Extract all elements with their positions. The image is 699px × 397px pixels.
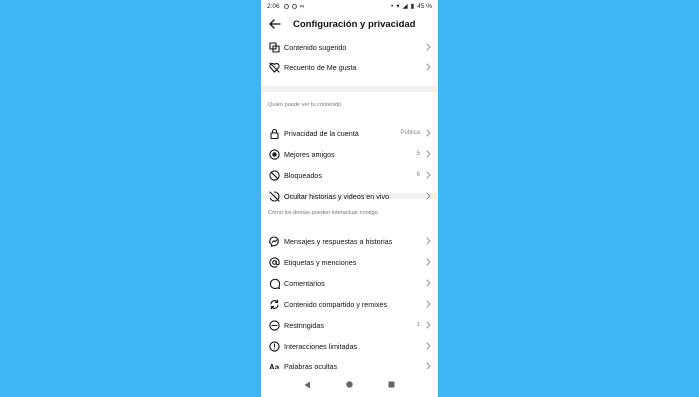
- chevron-right-icon: [424, 362, 432, 369]
- chevron-right-icon: [424, 43, 432, 51]
- settings-row-label: Interacciones limitadas: [284, 341, 358, 351]
- nav-home-button[interactable]: [342, 378, 356, 392]
- app-header: Configuración y privacidad: [261, 12, 438, 36]
- settings-row-label: Ocultar historias y videos en vivo: [284, 191, 390, 201]
- settings-row-label: Restringidas: [284, 320, 324, 330]
- section-heading: Quién puede ver tu contenido: [268, 102, 342, 108]
- settings-row[interactable]: Interacciones limitadas: [261, 336, 438, 356]
- back-arrow-icon: [269, 19, 281, 29]
- suggested-content-icon: [268, 41, 280, 53]
- chevron-right-icon: [424, 237, 432, 245]
- chevron-right-icon: [424, 150, 432, 158]
- nav-back-button[interactable]: [301, 378, 315, 392]
- battery-level: 45 %: [417, 2, 432, 10]
- chevron-right-icon: [424, 279, 432, 287]
- settings-row-value: Pública: [400, 130, 420, 136]
- restricted-icon: [268, 319, 280, 331]
- star-circle-icon: [268, 148, 280, 160]
- blocked-icon: [268, 169, 280, 181]
- settings-row-label: Contenido compartido y remixes: [284, 299, 388, 309]
- settings-row-label: Mejores amigos: [284, 149, 335, 159]
- battery-icon: ▮: [410, 3, 415, 10]
- remix-icon: [268, 298, 280, 310]
- settings-row[interactable]: Mensajes y respuestas a historias: [261, 231, 438, 251]
- lock-icon: [268, 127, 280, 139]
- hidden-words-icon: Aa: [268, 360, 280, 370]
- chevron-right-icon: [424, 171, 432, 179]
- svg-text:Aa: Aa: [269, 363, 280, 370]
- status-right: • ▾ ◢ ▮ 45 %: [391, 2, 432, 11]
- settings-row-label: Privacidad de la cuenta: [284, 128, 359, 138]
- settings-row-label: Mensajes y respuestas a historias: [284, 236, 393, 246]
- settings-list[interactable]: Cuentas silenciadasContenido sugeridoRec…: [261, 36, 438, 369]
- settings-row[interactable]: Mejores amigos 5: [261, 144, 438, 164]
- settings-row[interactable]: Aa Palabras ocultas: [261, 356, 438, 369]
- settings-row-label: Recuento de Me gusta: [284, 62, 357, 72]
- infinity-icon: ∞: [299, 2, 305, 10]
- notification-icon: [291, 3, 297, 9]
- square-recents-icon: [388, 381, 395, 388]
- chevron-right-icon: [424, 258, 432, 266]
- chevron-right-icon: [424, 192, 432, 200]
- settings-row[interactable]: Etiquetas y menciones: [261, 252, 438, 272]
- settings-row-value: 6: [416, 172, 420, 178]
- phone-screen: 2:06 ∞ • ▾ ◢ ▮ 45 % Configuración y priv…: [261, 0, 438, 397]
- comment-icon: [268, 277, 280, 289]
- settings-row-value: 5: [416, 151, 420, 157]
- settings-row-label: Bloqueados: [284, 170, 322, 180]
- settings-row[interactable]: Contenido sugerido: [261, 37, 438, 57]
- hide-story-icon: [268, 190, 280, 202]
- chevron-right-icon: [424, 321, 432, 329]
- settings-row-value: 1: [416, 322, 420, 328]
- messenger-icon: [268, 235, 280, 247]
- settings-row[interactable]: Privacidad de la cuenta Pública: [261, 123, 438, 143]
- settings-row[interactable]: Comentarios: [261, 273, 438, 293]
- signal-icon: ◢: [402, 3, 408, 10]
- chevron-right-icon: [424, 342, 432, 350]
- heart-off-icon: [268, 61, 280, 73]
- chevron-right-icon: [424, 129, 432, 137]
- nav-recents-button[interactable]: [384, 378, 398, 392]
- at-icon: [268, 256, 280, 268]
- settings-row-label: Etiquetas y menciones: [284, 257, 357, 267]
- settings-row[interactable]: Contenido compartido y remixes: [261, 294, 438, 314]
- chevron-right-icon: [424, 63, 432, 71]
- section-heading: Cómo los demás pueden interactuar contig…: [268, 210, 378, 216]
- settings-row[interactable]: Restringidas 1: [261, 315, 438, 335]
- settings-row-label: Palabras ocultas: [284, 361, 338, 370]
- limited-icon: [268, 340, 280, 352]
- chevron-right-icon: [424, 300, 432, 308]
- settings-row-label: Comentarios: [284, 278, 325, 288]
- circle-home-icon: [346, 381, 353, 388]
- settings-row-label: Contenido sugerido: [284, 42, 347, 52]
- dot-icon: •: [391, 2, 394, 10]
- status-time: 2:06: [267, 2, 280, 10]
- section-divider: [261, 86, 438, 92]
- settings-row[interactable]: Bloqueados 6: [261, 165, 438, 185]
- android-nav-bar: [261, 372, 438, 397]
- back-button[interactable]: [263, 12, 287, 36]
- settings-row[interactable]: Ocultar historias y videos en vivo: [261, 186, 438, 206]
- settings-row[interactable]: Recuento de Me gusta: [261, 57, 438, 77]
- status-bar: 2:06 ∞ • ▾ ◢ ▮ 45 %: [261, 0, 438, 12]
- wifi-icon: ▾: [396, 3, 400, 10]
- triangle-back-icon: [304, 381, 311, 388]
- page-title: Configuración y privacidad: [293, 18, 416, 30]
- notification-icon: [283, 3, 289, 9]
